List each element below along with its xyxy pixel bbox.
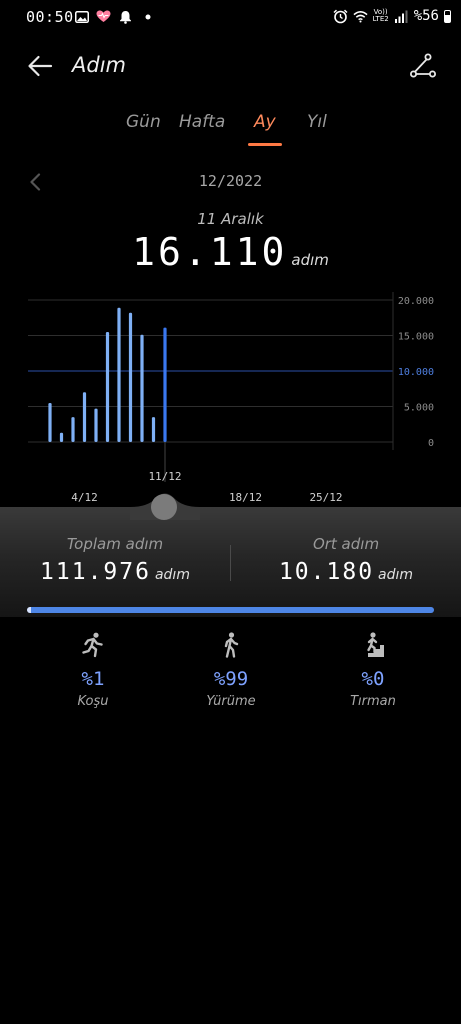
y-tick-label: 0 (428, 438, 434, 449)
share-button[interactable] (407, 50, 439, 82)
selected-steps-number: 16.110 (132, 230, 288, 274)
battery-percent: %56 (413, 8, 439, 24)
total-steps-unit: adım (154, 567, 190, 583)
chart-bar (105, 331, 110, 442)
running-percent: %1 (81, 668, 105, 690)
climbing-icon (328, 630, 418, 660)
chart-bar (128, 312, 133, 442)
health-heart-icon (96, 9, 111, 24)
chart-scrubber-handle[interactable] (151, 494, 177, 520)
average-steps-value: 10.180 adım (231, 559, 461, 585)
walking-share-segment (31, 607, 434, 613)
activity-share-bar (27, 607, 434, 613)
notification-icons (74, 9, 155, 24)
status-time: 00:50 (26, 8, 74, 26)
y-tick-label: 20.000 (398, 296, 434, 307)
running-label: Koşu (77, 694, 109, 709)
system-icons: Vo)) LTE2 %56 (333, 8, 451, 24)
total-steps-number: 111.976 (40, 559, 151, 585)
back-button[interactable] (22, 50, 58, 82)
battery-icon (444, 9, 451, 23)
activity-walking: %99 Yürüme (186, 630, 276, 709)
date-navigator: 12/2022 (0, 168, 461, 196)
gallery-icon (74, 9, 89, 24)
tab-month[interactable]: Ay (254, 112, 276, 132)
x-tick-label: 18/12 (229, 491, 262, 504)
running-icon (48, 630, 138, 660)
alarm-icon (333, 9, 348, 24)
signal-icon (394, 9, 409, 24)
status-bar: 00:50 Vo)) LTE2 %56 (0, 0, 461, 34)
app-header: Adım (0, 40, 461, 92)
average-steps-stat: Ort adım 10.180 adım (231, 535, 461, 585)
tab-day[interactable]: Gün (126, 112, 161, 132)
activity-running: %1 Koşu (48, 630, 138, 709)
period-tabs: Gün Hafta Ay Yıl (0, 112, 461, 148)
activity-climbing: %0 Tırman (328, 630, 418, 709)
page-title: Adım (72, 53, 126, 77)
selected-steps-unit: adım (291, 251, 329, 269)
total-steps-stat: Toplam adım 111.976 adım (0, 535, 230, 585)
total-steps-label: Toplam adım (66, 535, 164, 553)
chart-bar (48, 402, 52, 442)
share-icon (410, 53, 436, 78)
network-text: LTE2 (372, 15, 389, 23)
chart-bar (82, 392, 87, 442)
period-label: 12/2022 (198, 172, 263, 190)
chart-bar (117, 307, 121, 442)
steps-chart[interactable]: 20.000 15.000 10.000 5.000 0 4/12 11/12 18/12 25… (0, 280, 461, 510)
total-steps-value: 111.976 adım (0, 559, 230, 585)
back-arrow-icon (28, 55, 53, 77)
y-tick-label: 10.000 (398, 367, 434, 378)
y-tick-label: 5.000 (404, 403, 434, 414)
average-steps-number: 10.180 (278, 559, 375, 585)
volte-indicator: Vo)) LTE2 (373, 9, 389, 23)
tab-week[interactable]: Hafta (179, 112, 225, 132)
selected-day-value: 16.110 adım (0, 230, 461, 274)
chart-bar (94, 408, 98, 442)
wifi-icon (353, 9, 368, 24)
walking-percent: %99 (213, 668, 249, 690)
y-tick-label: 15.000 (398, 332, 434, 343)
chart-bar-selected (163, 327, 167, 442)
average-steps-label: Ort adım (312, 535, 380, 553)
climbing-percent: %0 (361, 668, 385, 690)
walking-icon (186, 630, 276, 660)
climbing-label: Tırman (350, 694, 396, 709)
steps-chart-svg[interactable]: 20.00015.00010.0005.00004/1211/1218/12 25… (0, 280, 461, 510)
bell-icon (118, 9, 133, 24)
chart-bar (71, 417, 75, 442)
tab-year[interactable]: Yıl (307, 112, 327, 132)
selected-day-label: 11 Aralık (197, 210, 264, 228)
x-tick-label: 25/12 (309, 491, 342, 504)
chart-bar (151, 417, 156, 442)
chart-bar (140, 334, 144, 442)
walking-label: Yürüme (206, 694, 256, 709)
x-tick-label: 4/12 (71, 491, 98, 504)
chart-bar (59, 432, 64, 442)
active-tab-indicator (248, 143, 282, 146)
dot-icon (140, 9, 155, 24)
average-steps-unit: adım (378, 567, 414, 583)
